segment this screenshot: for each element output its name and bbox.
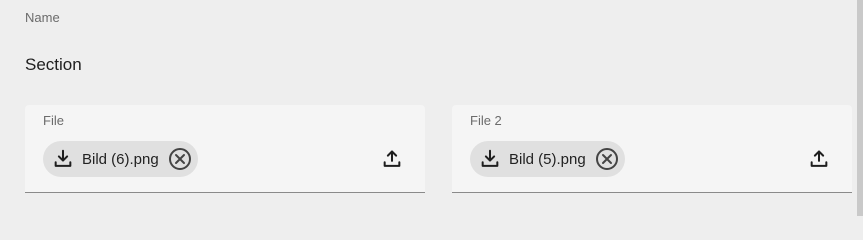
download-icon[interactable]	[479, 148, 501, 170]
upload-icon[interactable]	[381, 148, 403, 170]
close-circle-icon[interactable]	[167, 146, 193, 172]
close-circle-icon[interactable]	[594, 146, 620, 172]
file-field-label: File 2	[470, 113, 502, 128]
vertical-scrollbar[interactable]	[857, 0, 863, 216]
name-label: Name	[25, 10, 60, 25]
section-title: Section	[25, 55, 82, 74]
file-chip[interactable]: Bild (6).png	[43, 141, 198, 177]
file-name[interactable]: Bild (5).png	[509, 151, 586, 168]
file-field-1[interactable]: File Bild (6).png	[25, 105, 425, 193]
file-field-2[interactable]: File 2 Bild (5).png	[452, 105, 852, 193]
download-icon[interactable]	[52, 148, 74, 170]
file-field-label: File	[43, 113, 64, 128]
file-name[interactable]: Bild (6).png	[82, 151, 159, 168]
file-chip[interactable]: Bild (5).png	[470, 141, 625, 177]
form-page: Name Section File Bild (6).png File 2 Bi…	[0, 0, 863, 216]
upload-icon[interactable]	[808, 148, 830, 170]
